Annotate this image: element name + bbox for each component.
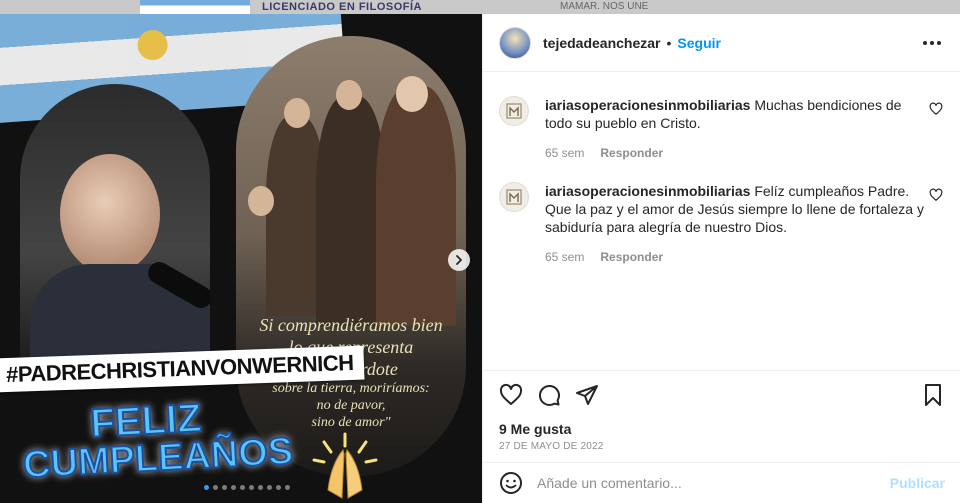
add-comment-bar: Publicar [483,462,960,503]
carousel-dot [240,485,245,490]
carousel-dot [222,485,227,490]
next-image-button[interactable] [448,249,470,271]
carousel-dot [276,485,281,490]
post-details-panel: tejedadeanchezar • Seguir iariasoperacio… [482,14,960,503]
carousel-indicator [204,485,290,490]
author-username[interactable]: tejedadeanchezar [543,35,661,51]
comment-username[interactable]: iariasoperacionesinmobiliarias [545,183,750,199]
building-logo-icon [506,103,522,119]
birthday-greeting: FELIZ CUMPLEAÑOS [20,395,295,487]
comment-time[interactable]: 65 sem [545,250,584,264]
background-flag-fragment [140,0,250,14]
background-title: LICENCIADO EN FILOSOFÍA [262,1,422,13]
author-avatar[interactable] [499,26,531,59]
comment-username[interactable]: iariasoperacionesinmobiliarias [545,97,750,113]
post-header: tejedadeanchezar • Seguir [483,14,960,72]
follow-button[interactable]: Seguir [677,35,721,51]
praying-hands-icon [312,432,378,499]
carousel-dot [231,485,236,490]
like-comment-heart-icon[interactable] [929,102,943,116]
building-logo-icon [506,189,522,205]
header-separator: • [666,34,672,51]
share-paper-plane-icon[interactable] [575,383,599,407]
background-subtitle: MAMAR. NOS UNE [560,1,649,12]
carousel-dot [258,485,263,490]
save-bookmark-icon[interactable] [921,383,945,407]
comment-item: iariasoperacionesinmobiliarias Muchas be… [499,96,943,160]
comment-text: iariasoperacionesinmobiliarias Felíz cum… [545,182,925,236]
post-actions: 9 Me gusta 27 DE MAYO DE 2022 [483,370,960,452]
like-comment-heart-icon[interactable] [929,188,943,202]
post-media: Si comprendiéramos bien lo que represent… [0,14,482,503]
reply-button[interactable]: Responder [600,146,663,160]
reply-button[interactable]: Responder [600,250,663,264]
emoji-icon[interactable] [499,471,523,495]
carousel-dot [213,485,218,490]
comment-text: iariasoperacionesinmobiliarias Muchas be… [545,96,925,132]
comment-item: iariasoperacionesinmobiliarias Felíz cum… [499,182,943,264]
portrait-photo [20,84,210,364]
chevron-right-icon [456,255,462,265]
more-options-icon[interactable] [920,31,944,55]
comment-time[interactable]: 65 sem [545,146,584,160]
commenter-avatar[interactable] [499,182,529,212]
like-heart-icon[interactable] [499,383,523,407]
commenter-avatar[interactable] [499,96,529,126]
comment-input[interactable] [537,475,890,491]
background-page-strip: LICENCIADO EN FILOSOFÍA MAMAR. NOS UNE [0,0,960,14]
quote-line: Si comprendiéramos bien [259,315,443,335]
carousel-dot [285,485,290,490]
post-date[interactable]: 27 DE MAYO DE 2022 [499,441,945,452]
carousel-dot [267,485,272,490]
comment-bubble-icon[interactable] [537,383,561,407]
publish-button[interactable]: Publicar [890,475,945,491]
likes-count[interactable]: 9 Me gusta [499,421,945,437]
carousel-dot [249,485,254,490]
carousel-dot [204,485,209,490]
comments-list: iariasoperacionesinmobiliarias Muchas be… [483,72,960,370]
